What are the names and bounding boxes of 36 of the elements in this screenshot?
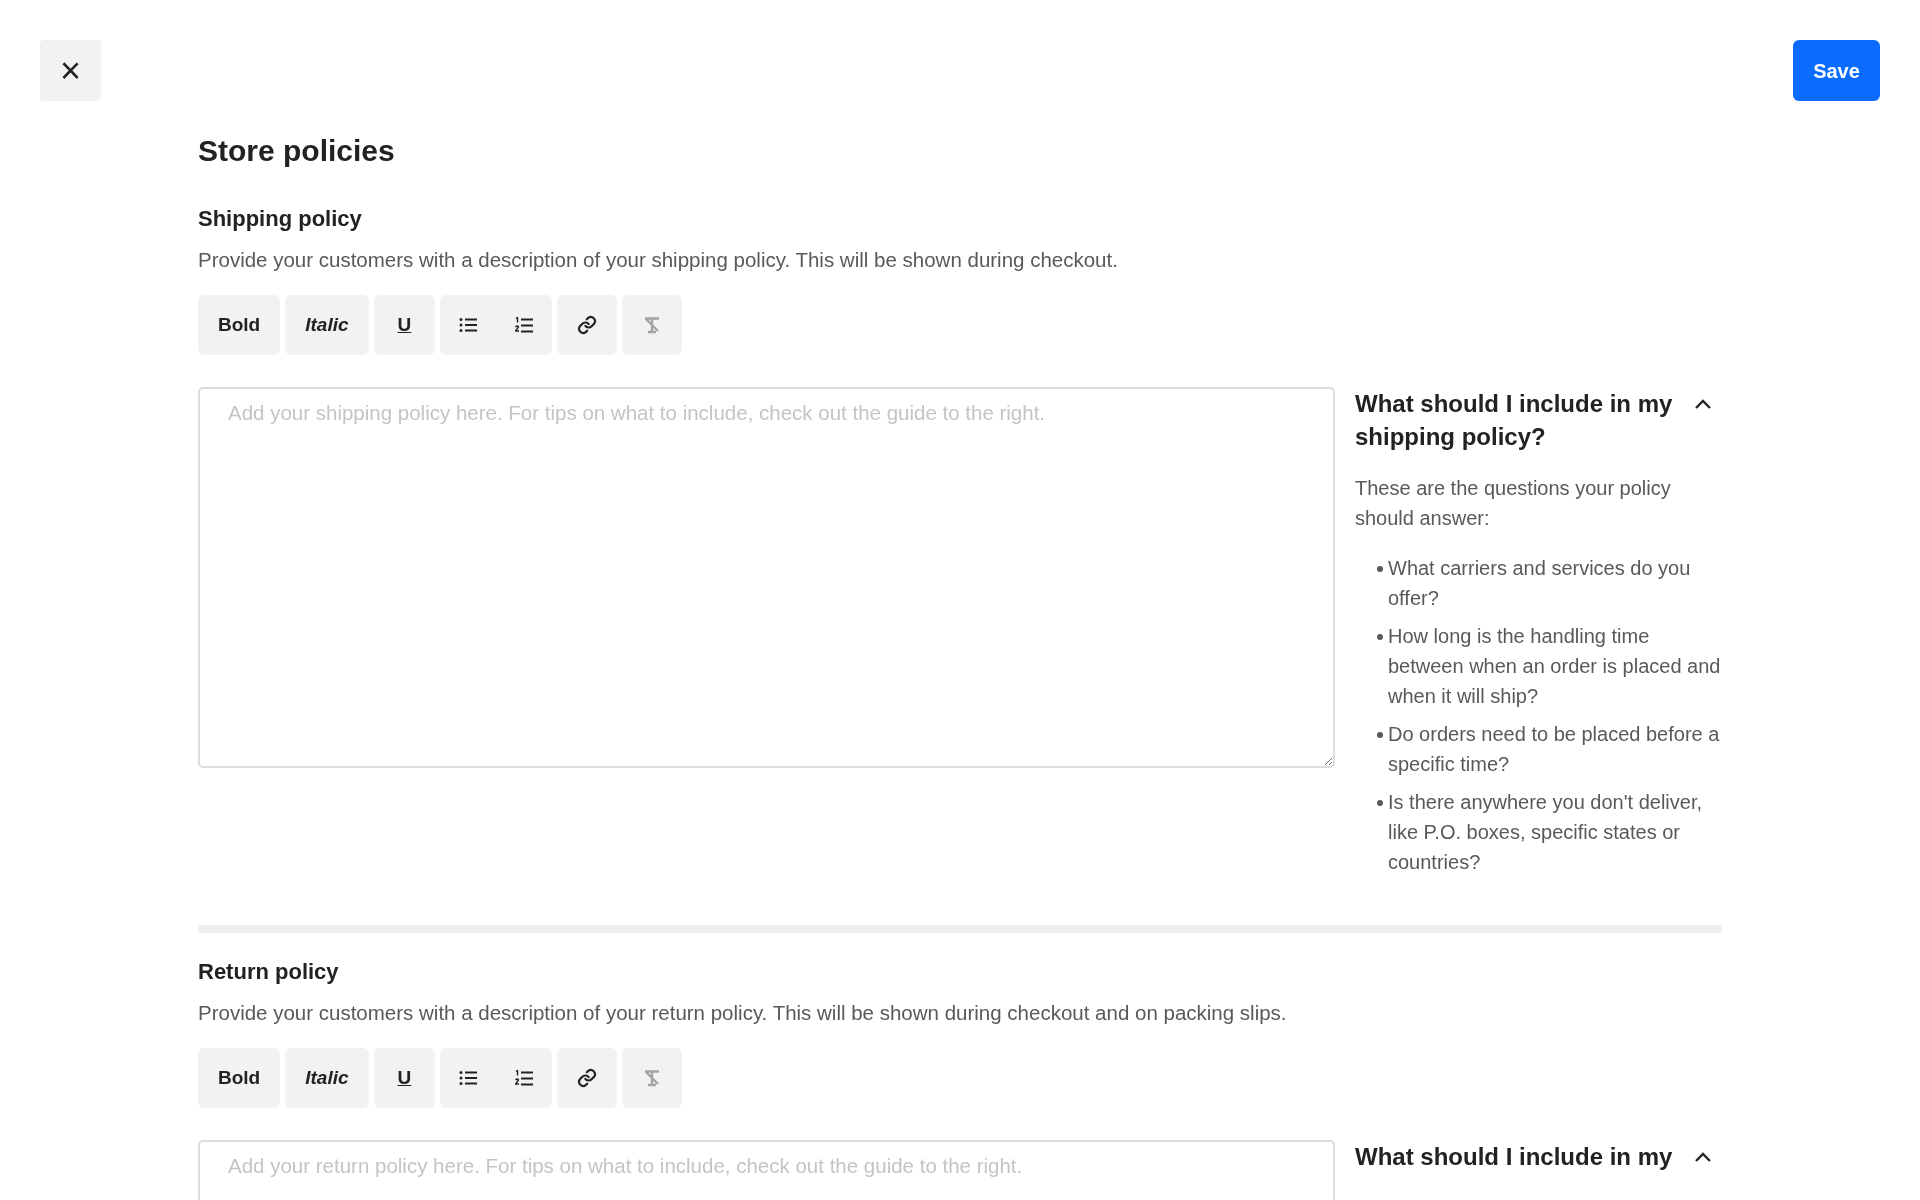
guide-title[interactable]: What should I include in my shipping policy? [1355,387,1695,453]
guide-question: What carriers and services do you offer? [1388,556,1692,611]
section-heading: Shipping policy [198,205,363,233]
guide-question: Is there anywhere you don't deliver, like P.O. boxes, specific states or countries? [1388,790,1703,875]
chevron-up-icon[interactable] [1694,1151,1712,1163]
bulleted-list-icon [459,1070,478,1086]
policy-editor[interactable]: Add your return policy here. For tips on what to include, check out the guide to the right. [198,1140,1335,1200]
italic-button[interactable]: Italic [285,295,369,355]
bulleted-list-icon [459,317,478,333]
underline-button[interactable]: U [373,295,436,355]
guide-intro: These are the questions your policy should answer: [1355,476,1672,531]
section-heading: Return policy [198,958,340,986]
section-description: Provide your customers with a description of your return policy. This will be shown during checkout and on packing slips. [198,1000,1288,1026]
bullet-icon [1377,800,1383,806]
clear-formatting-icon [643,1069,662,1087]
italic-button[interactable]: Italic [285,1048,369,1108]
bold-button[interactable]: Bold [198,1048,281,1108]
link-icon [577,315,598,335]
section-description: Provide your customers with a description of your shipping policy. This will be shown during checkout. [198,247,1119,273]
chevron-up-icon[interactable] [1694,398,1712,410]
guide-question: How long is the handling time between when an order is placed and when it will ship? [1388,624,1722,709]
bullet-icon [1377,634,1383,640]
numbered-list-icon [515,316,534,334]
clear-formatting-icon [643,316,662,334]
page-title: Store policies [198,133,396,169]
guide-title[interactable]: What should I include in my [1355,1140,1695,1173]
close-button[interactable]: × [40,40,101,101]
link-icon [577,1068,598,1088]
bullet-icon [1377,732,1383,738]
underline-button[interactable]: U [373,1048,436,1108]
guide-question: Do orders need to be placed before a specific time? [1388,722,1721,777]
numbered-list-icon [515,1069,534,1087]
save-button[interactable]: Save [1793,40,1880,101]
bullet-icon [1377,566,1383,572]
policy-editor[interactable]: Add your shipping policy here. For tips on what to include, check out the guide to the right. [198,387,1335,768]
bold-button[interactable]: Bold [198,295,281,355]
